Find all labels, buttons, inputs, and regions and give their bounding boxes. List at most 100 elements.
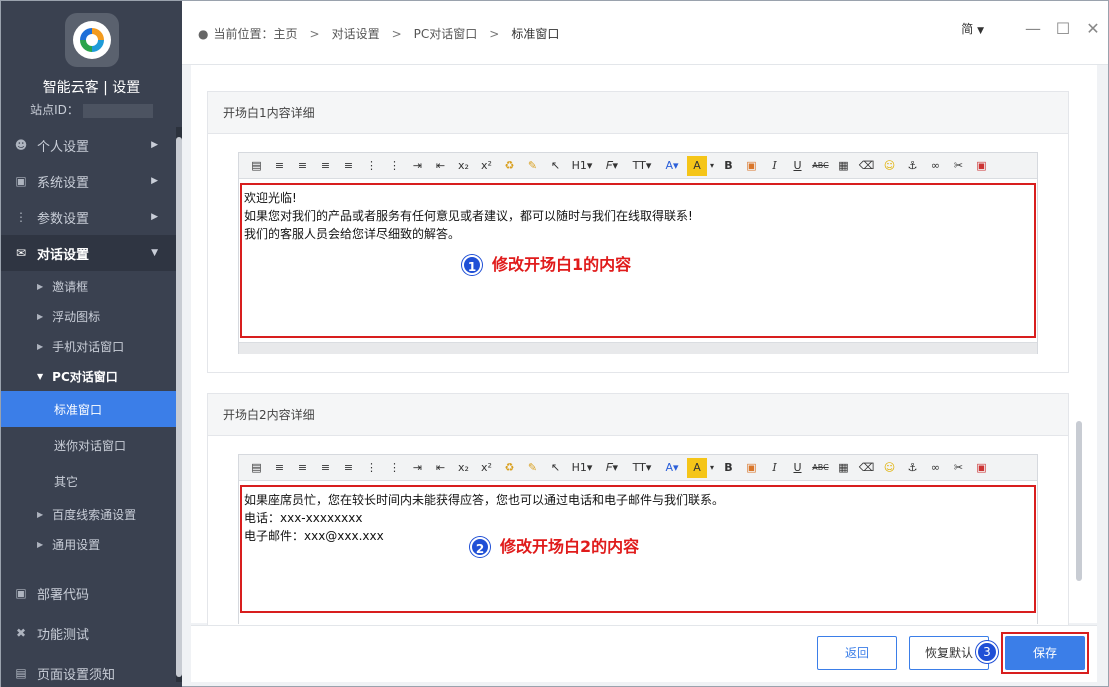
- sidebar-scroll-thumb[interactable]: [176, 137, 182, 677]
- unlink-icon[interactable]: ✂: [947, 458, 970, 478]
- subscript-icon[interactable]: x₂: [452, 156, 475, 176]
- sidebar-sub-baidu[interactable]: ▶ 百度线索通设置: [1, 499, 182, 529]
- align-center-icon[interactable]: ≡: [291, 458, 314, 478]
- strikethrough-icon[interactable]: ABC: [809, 156, 832, 176]
- align-right-icon[interactable]: ≡: [314, 156, 337, 176]
- site-id-label: 站点ID：: [30, 103, 79, 117]
- strikethrough-icon[interactable]: ABC: [809, 458, 832, 478]
- unordered-list-icon[interactable]: ⋮: [383, 458, 406, 478]
- close-icon[interactable]: ✕: [1078, 19, 1108, 38]
- sidebar-sub-float-icon[interactable]: ▶ 浮动图标: [1, 301, 182, 331]
- outdent-icon[interactable]: ⇤: [429, 458, 452, 478]
- sidebar-sub-invite[interactable]: ▶ 邀请框: [1, 271, 182, 301]
- indent-icon[interactable]: ⇥: [406, 156, 429, 176]
- sidebar-sub-other[interactable]: 其它: [1, 463, 182, 499]
- heading-icon[interactable]: H1▾: [567, 156, 597, 176]
- align-center-icon[interactable]: ≡: [291, 156, 314, 176]
- subscript-icon[interactable]: x₂: [452, 458, 475, 478]
- maximize-icon[interactable]: ☐: [1048, 19, 1078, 38]
- sidebar-sub-standard-window[interactable]: 标准窗口: [1, 391, 182, 427]
- underline-icon[interactable]: U: [786, 156, 809, 176]
- save-button[interactable]: 保存: [1005, 636, 1085, 670]
- bold-icon[interactable]: B: [717, 156, 740, 176]
- anchor-icon[interactable]: ⚓: [901, 156, 924, 176]
- align-left-icon[interactable]: ≡: [268, 458, 291, 478]
- sidebar-item-params[interactable]: ⋮ 参数设置 ▶: [1, 199, 182, 235]
- language-select[interactable]: 简 ▼: [961, 20, 984, 37]
- clear-format-icon[interactable]: ♻: [498, 458, 521, 478]
- superscript-icon[interactable]: x²: [475, 458, 498, 478]
- link-icon[interactable]: ∞: [924, 458, 947, 478]
- table-icon[interactable]: ▦: [832, 156, 855, 176]
- content-scrollbar[interactable]: [1076, 421, 1082, 581]
- font-family-icon[interactable]: 𝐹▾: [597, 458, 627, 478]
- underline-icon[interactable]: U: [786, 458, 809, 478]
- eraser-icon[interactable]: ⌫: [855, 458, 878, 478]
- sidebar-sub-pc-window[interactable]: ▼ PC对话窗口: [1, 361, 182, 391]
- anchor-icon[interactable]: ⚓: [901, 458, 924, 478]
- highlight-dropdown-icon[interactable]: ▾: [707, 458, 717, 478]
- align-left-icon[interactable]: ≡: [268, 156, 291, 176]
- highlight-color-icon[interactable]: A: [687, 155, 707, 176]
- emoji-icon[interactable]: ☺: [878, 156, 901, 176]
- unlink-icon[interactable]: ✂: [947, 156, 970, 176]
- minimize-icon[interactable]: —: [1018, 19, 1048, 38]
- heading-icon[interactable]: H1▾: [567, 458, 597, 478]
- align-right-icon[interactable]: ≡: [314, 458, 337, 478]
- emoji-icon[interactable]: ☺: [878, 458, 901, 478]
- select-all-icon[interactable]: ↖: [544, 156, 567, 176]
- font-size-icon[interactable]: TT▾: [627, 458, 657, 478]
- highlight-color-icon[interactable]: A: [687, 457, 707, 478]
- breadcrumb-pc[interactable]: PC对话窗口: [414, 25, 478, 42]
- format-painter-icon[interactable]: ✎: [521, 156, 544, 176]
- back-button[interactable]: 返回: [817, 636, 897, 670]
- fullscreen-icon[interactable]: ▣: [970, 458, 993, 478]
- sidebar-sub-general[interactable]: ▶ 通用设置: [1, 529, 182, 559]
- ordered-list-icon[interactable]: ⋮: [360, 156, 383, 176]
- select-all-icon[interactable]: ↖: [544, 458, 567, 478]
- italic-icon[interactable]: I: [763, 156, 786, 176]
- sub-label: 百度线索通设置: [52, 507, 137, 522]
- bold-icon[interactable]: B: [717, 458, 740, 478]
- font-color-icon[interactable]: A▾: [657, 458, 687, 478]
- image-icon[interactable]: ▣: [740, 156, 763, 176]
- font-size-icon[interactable]: TT▾: [627, 156, 657, 176]
- unordered-list-icon[interactable]: ⋮: [383, 156, 406, 176]
- superscript-icon[interactable]: x²: [475, 156, 498, 176]
- annotation-text: 修改开场白1的内容: [492, 255, 632, 274]
- sidebar-item-deploy-code[interactable]: ▣ 部署代码: [1, 573, 182, 613]
- italic-icon[interactable]: I: [763, 458, 786, 478]
- sidebar-item-dialog[interactable]: ✉ 对话设置 ▼: [1, 235, 182, 271]
- align-justify-icon[interactable]: ≡: [337, 458, 360, 478]
- indent-icon[interactable]: ⇥: [406, 458, 429, 478]
- sidebar-item-personal[interactable]: ☻ 个人设置 ▶: [1, 127, 182, 163]
- chevron-right-icon: ▶: [37, 341, 44, 351]
- source-icon[interactable]: ▤: [245, 156, 268, 176]
- greeting1-text-area[interactable]: 欢迎光临! 如果您对我们的产品或者服务有任何意见或者建议，都可以随时与我们在线取…: [240, 183, 1036, 338]
- greeting2-text-area[interactable]: 如果座席员忙，您在较长时间内未能获得应答，您也可以通过电话和电子邮件与我们联系。…: [240, 485, 1036, 613]
- fullscreen-icon[interactable]: ▣: [970, 156, 993, 176]
- outdent-icon[interactable]: ⇤: [429, 156, 452, 176]
- breadcrumb-dialog[interactable]: 对话设置: [332, 25, 380, 42]
- link-icon[interactable]: ∞: [924, 156, 947, 176]
- image-icon[interactable]: ▣: [740, 458, 763, 478]
- ordered-list-icon[interactable]: ⋮: [360, 458, 383, 478]
- align-justify-icon[interactable]: ≡: [337, 156, 360, 176]
- eraser-icon[interactable]: ⌫: [855, 156, 878, 176]
- sidebar-item-page-notice[interactable]: ▤ 页面设置须知: [1, 653, 182, 687]
- highlight-dropdown-icon[interactable]: ▾: [707, 156, 717, 176]
- source-icon[interactable]: ▤: [245, 458, 268, 478]
- sidebar-scrollbar[interactable]: [176, 127, 182, 682]
- table-icon[interactable]: ▦: [832, 458, 855, 478]
- format-painter-icon[interactable]: ✎: [521, 458, 544, 478]
- breadcrumb-home[interactable]: 当前位置：主页: [213, 25, 297, 42]
- sidebar-sub-mobile-window[interactable]: ▶ 手机对话窗口: [1, 331, 182, 361]
- sidebar-sub-mini-window[interactable]: 迷你对话窗口: [1, 427, 182, 463]
- font-color-icon[interactable]: A▾: [657, 156, 687, 176]
- sub-label: 迷你对话窗口: [54, 438, 127, 453]
- clear-format-icon[interactable]: ♻: [498, 156, 521, 176]
- app-window: 智能云客 | 设置 站点ID： ☻ 个人设置 ▶ ▣ 系统设置 ▶ ⋮ 参数设置…: [0, 0, 1109, 687]
- sidebar-item-system[interactable]: ▣ 系统设置 ▶: [1, 163, 182, 199]
- sidebar-item-function-test[interactable]: ✖ 功能测试: [1, 613, 182, 653]
- font-family-icon[interactable]: 𝐹▾: [597, 156, 627, 176]
